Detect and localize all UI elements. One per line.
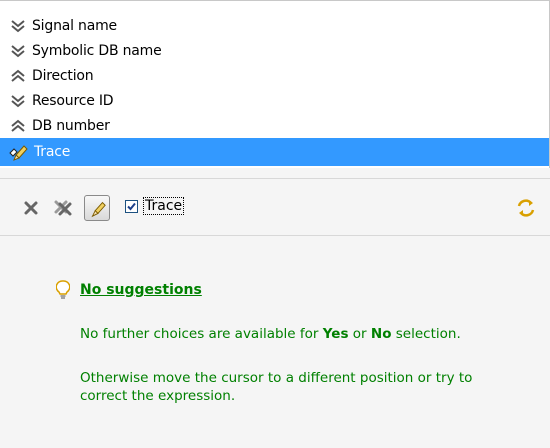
list-item-db-number[interactable]: DB number xyxy=(0,113,549,138)
double-chevron-up-icon xyxy=(9,117,27,135)
lightbulb-icon xyxy=(56,280,70,299)
text-segment: No further choices are available for xyxy=(80,326,323,342)
text-segment: or xyxy=(348,326,371,342)
refresh-button[interactable] xyxy=(515,197,537,219)
list-item-label: Symbolic DB name xyxy=(32,42,162,59)
list-item-trace[interactable]: Trace xyxy=(0,138,549,166)
double-chevron-down-icon xyxy=(9,17,27,35)
text-segment: selection. xyxy=(391,326,461,342)
list-item-label: Direction xyxy=(32,67,94,84)
double-chevron-up-icon xyxy=(9,67,27,85)
checkmark-icon xyxy=(127,202,136,210)
no-keyword: No xyxy=(370,326,392,342)
column-list: Signal name Symbolic DB name Direction R… xyxy=(0,0,550,168)
trace-pen-icon xyxy=(91,201,106,218)
trace-pen-icon xyxy=(7,141,29,163)
double-chevron-down-icon xyxy=(9,92,27,110)
delete-all-button[interactable] xyxy=(52,197,74,219)
list-item-symbolic-db-name[interactable]: Symbolic DB name xyxy=(0,38,549,63)
suggestions-title-link[interactable]: No suggestions xyxy=(80,282,202,298)
delete-all-icon xyxy=(54,200,72,216)
double-chevron-down-icon xyxy=(9,42,27,60)
yes-keyword: Yes xyxy=(322,326,349,342)
refresh-icon xyxy=(517,199,535,217)
list-item-direction[interactable]: Direction xyxy=(0,63,549,88)
trace-checkbox-label[interactable]: Trace xyxy=(142,197,185,215)
list-item-label: Resource ID xyxy=(32,92,114,109)
trace-checkbox-group[interactable]: Trace xyxy=(125,197,185,215)
trace-toggle-button[interactable] xyxy=(84,195,110,221)
delete-button[interactable] xyxy=(20,197,42,219)
x-icon xyxy=(24,201,38,215)
suggestion-text-line1: No further choices are available for Yes… xyxy=(80,326,461,342)
list-item-resource-id[interactable]: Resource ID xyxy=(0,88,549,113)
trace-checkbox[interactable] xyxy=(125,199,138,213)
list-item-label: DB number xyxy=(32,117,110,134)
list-item-label: Signal name xyxy=(32,17,117,34)
suggestion-text-line2: Otherwise move the cursor to a different… xyxy=(80,370,473,404)
list-item-signal-name[interactable]: Signal name xyxy=(0,13,549,38)
toolbar: Trace xyxy=(0,179,550,235)
suggestions-panel: No suggestions No further choices are av… xyxy=(0,236,550,448)
list-item-label: Trace xyxy=(34,144,71,160)
